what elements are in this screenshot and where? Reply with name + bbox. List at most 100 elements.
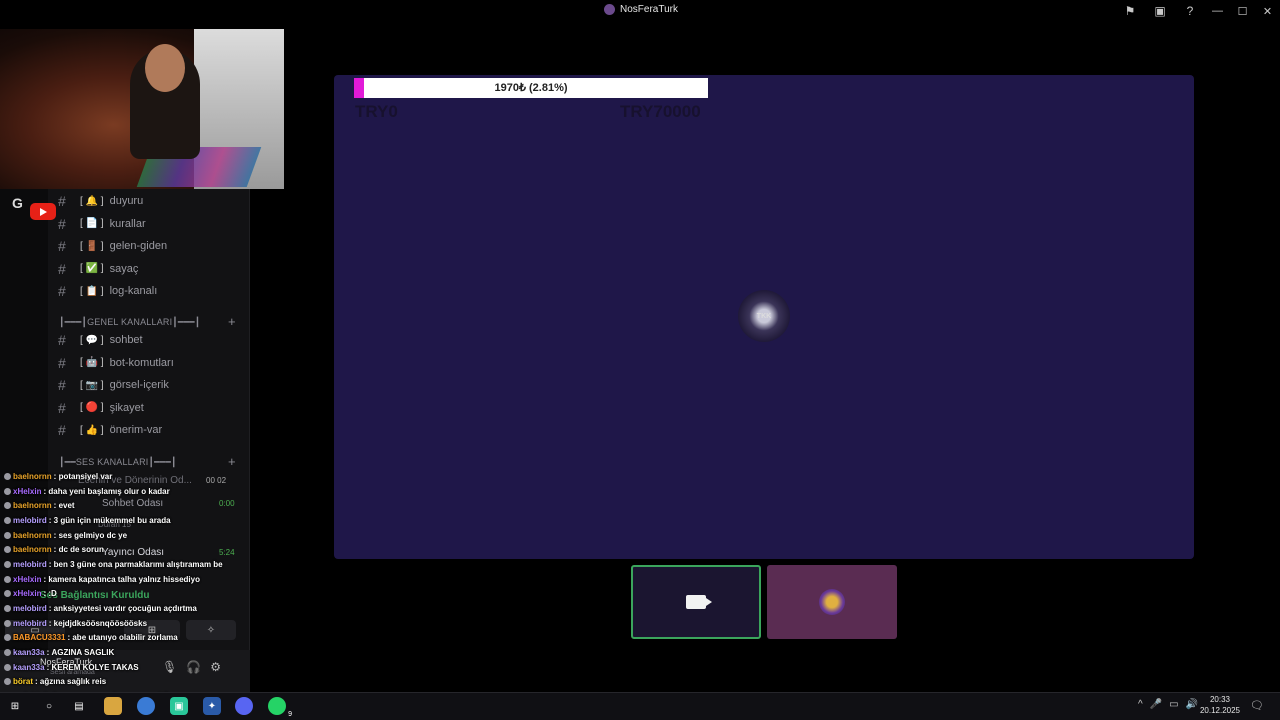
channel-label: sohbet [109, 334, 143, 346]
chat-badge-icon [4, 678, 11, 686]
chat-username[interactable]: xHelxin [13, 575, 41, 584]
chat-username[interactable]: melobird [13, 516, 47, 525]
channel-item-1-channels[interactable]: # [ 📄 ] kurallar [58, 214, 146, 234]
task-view-icon[interactable]: ▤ [70, 697, 88, 715]
chat-username[interactable]: melobird [13, 619, 47, 628]
chat-username[interactable]: xHelxin [13, 487, 41, 496]
app-icon[interactable]: ▣ [170, 697, 188, 715]
chat-username[interactable]: BABACU3331 [13, 633, 65, 642]
chat-message: baelnornn: ses gelmiyo dc ye [4, 528, 254, 543]
channel-item-2-channels[interactable]: # [ 🚪 ] gelen-giden [58, 236, 167, 256]
chat-message: BABACU3331: abe utanıyo olabilir zorlama [4, 631, 254, 646]
chat-username[interactable]: baelnornn [13, 545, 52, 554]
chat-message: xHelxin: daha yeni başlamış olur o kadar [4, 484, 254, 499]
search-icon[interactable]: ○ [40, 697, 58, 715]
channel-item-3-general_channels[interactable]: # [ 🔴 ] şikayet [58, 398, 144, 418]
channel-emoji-icon: [ 🤖 ] [80, 357, 104, 369]
chat-badge-icon [4, 649, 11, 657]
channel-item-4-general_channels[interactable]: # [ 👍 ] önerim-var [58, 420, 162, 440]
youtube-icon [30, 203, 56, 220]
video-tile-self[interactable] [631, 565, 761, 639]
discord-icon[interactable] [235, 697, 253, 715]
channel-item-2-general_channels[interactable]: # [ 📷 ] görsel-içerik [58, 375, 169, 395]
chat-badge-icon [4, 605, 11, 613]
channel-item-0-general_channels[interactable]: # [ 💬 ] sohbet [58, 330, 143, 350]
channel-item-0-channels[interactable]: # [ 🔔 ] duyuru [58, 191, 143, 211]
chat-text: potansiyel var [58, 471, 113, 481]
tray-mic-icon[interactable]: 🎤 [1150, 699, 1162, 710]
whatsapp-icon[interactable]: 9 [268, 697, 292, 718]
chat-text: ağzına sağlık reis [39, 677, 107, 687]
donation-goal-bar: 1970₺ (2.81%) [354, 78, 708, 98]
chat-username[interactable]: xHelxin [13, 589, 41, 598]
browser-icon[interactable] [137, 697, 155, 715]
chat-username[interactable]: börat [13, 677, 33, 686]
chat-badge-icon [4, 619, 11, 627]
channel-item-1-general_channels[interactable]: # [ 🤖 ] bot-komutları [58, 353, 174, 373]
chat-badge-icon [4, 663, 11, 671]
start-menu-icon[interactable]: ⊞ [6, 697, 24, 715]
chat-badge-icon [4, 634, 11, 642]
chat-username[interactable]: baelnornn [13, 501, 52, 510]
chat-text: anksiyyetesi vardır çocuğun açdırtma [53, 604, 197, 614]
chat-badge-icon [4, 560, 11, 568]
chat-text: evet [58, 501, 75, 511]
channel-emoji-icon: [ 📋 ] [80, 285, 104, 297]
maximize-button[interactable]: ☐ [1230, 0, 1255, 22]
inbox-icon[interactable]: ▣ [1145, 0, 1175, 22]
chat-message: baelnornn: potansiyel var [4, 469, 254, 484]
tray-network-icon[interactable]: ▭ [1169, 699, 1178, 710]
app-logo-icon [604, 4, 615, 15]
file-explorer-icon[interactable] [104, 697, 122, 715]
hashtag-icon: # [58, 193, 66, 209]
donation-goal-label: 1970₺ (2.81%) [494, 82, 568, 94]
clock[interactable]: 20:33 20.12.2025 [1198, 694, 1242, 716]
chat-badge-icon [4, 546, 11, 554]
channel-label: bot-komutları [109, 356, 174, 369]
channel-item-3-channels[interactable]: # [ ✅ ] sayaç [58, 259, 138, 279]
chat-username[interactable]: baelnornn [13, 472, 52, 481]
chat-message: baelnornn: dc de sorun [4, 542, 254, 557]
chat-badge-icon [4, 487, 11, 495]
chat-message: melobird: anksiyyetesi vardır çocuğun aç… [4, 601, 254, 616]
close-button[interactable]: ✕ [1255, 0, 1280, 22]
tray-volume-icon[interactable]: 🔊 [1186, 699, 1198, 710]
chat-username[interactable]: melobird [13, 604, 47, 613]
video-tile-participant[interactable] [767, 565, 897, 639]
settings-app-icon[interactable]: ✦ [203, 697, 221, 715]
camera-icon [686, 595, 712, 609]
help-icon[interactable]: ? [1175, 0, 1205, 22]
category-general[interactable]: ┃━━━┃GENEL KANALLARI┃━━━┃ [59, 317, 200, 328]
hashtag-icon: # [58, 399, 66, 416]
chat-username[interactable]: kaan33a [13, 663, 45, 672]
chat-badge-icon [4, 575, 11, 583]
channel-emoji-icon: [ 💬 ] [80, 334, 104, 346]
speaker-avatar[interactable]: TKK [738, 290, 790, 342]
category-voice[interactable]: ┃━━SES KANALLARI┃━━━┃ [59, 457, 177, 468]
add-voice-channel-icon[interactable]: + [228, 454, 236, 469]
hashtag-icon: # [58, 260, 66, 277]
channel-emoji-icon: [ 👍 ] [80, 424, 104, 436]
notifications-icon[interactable]: 🗨 [1250, 699, 1264, 712]
channel-label: kurallar [109, 217, 146, 230]
chat-text: abe utanıyo olabilir zorlama [72, 633, 178, 643]
channel-label: gelen-giden [109, 240, 168, 253]
channel-label: görsel-içerik [109, 379, 169, 392]
chat-username[interactable]: baelnornn [13, 531, 52, 540]
chat-badge-icon [4, 472, 11, 480]
add-channel-icon[interactable]: + [228, 314, 236, 329]
flag-icon[interactable]: ⚑ [1115, 0, 1145, 22]
tray-expand-icon[interactable]: ^ [1138, 699, 1143, 710]
chat-badge-icon [4, 531, 11, 539]
chat-username[interactable]: kaan33a [13, 648, 45, 657]
stream-chat-overlay: baelnornn: potansiyel var xHelxin: daha y… [4, 469, 254, 719]
channel-label: önerim-var [109, 424, 163, 437]
chat-message: melobird: kejdjdksöösnqöösöösks [4, 616, 254, 631]
channel-item-4-channels[interactable]: # [ 📋 ] log-kanalı [58, 281, 157, 301]
channel-label: sayaç [109, 262, 139, 275]
chat-badge-icon [4, 502, 11, 510]
hashtag-icon: # [58, 377, 66, 394]
chat-username[interactable]: melobird [13, 560, 47, 569]
minimize-button[interactable]: — [1205, 0, 1230, 22]
participant-avatar [819, 589, 845, 615]
